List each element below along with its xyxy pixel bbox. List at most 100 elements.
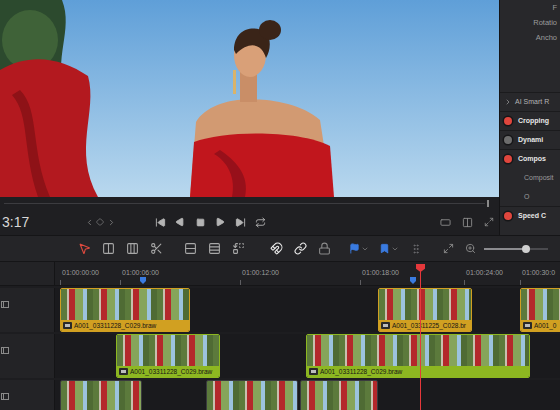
ruler-lane[interactable]: 01:00:00:0001:00:06:0001:00:12:0001:00:1… [55,262,560,285]
param-label: Ancho [536,30,557,45]
replace-button[interactable] [228,239,248,259]
ruler-tick [520,280,521,285]
inspector-section[interactable]: Compos [500,149,560,168]
viewer-column: 3:17 [0,0,500,235]
fullscreen-button[interactable] [479,212,499,232]
timeline-track: A001_03311228_C029.braw A001_03311228_C02… [0,334,560,378]
clip-thumbnails [301,381,377,410]
enable-toggle[interactable] [504,155,512,163]
section-label: O [524,192,529,202]
chevron-right-icon [504,98,512,106]
edit-tool-button[interactable] [146,239,166,259]
zoom-detail-button[interactable] [460,239,480,259]
viewer-photo [0,0,499,197]
play-reverse-button[interactable] [170,212,190,232]
switch-button[interactable] [290,239,310,259]
edit-tool-icon [102,242,115,255]
zoom-icon [465,243,476,254]
transport-area: 3:17 [0,197,499,235]
track-header[interactable] [0,380,55,410]
enable-toggle[interactable] [504,136,512,144]
ruler-timecode: 01:00:06:00 [122,268,159,277]
clip-thumbnails [61,381,141,410]
enable-toggle[interactable] [504,117,512,125]
timeline-clip[interactable]: A001_03311228_C029.braw [306,334,530,378]
next-edit-button[interactable] [106,212,116,232]
keyframe-button[interactable] [95,212,105,232]
switch-icon [270,242,283,255]
slider-knob[interactable] [522,245,530,253]
loop-icon [255,217,266,228]
zoom-slider[interactable] [484,243,548,255]
overwrite-button[interactable] [204,239,224,259]
play-button[interactable] [210,212,230,232]
insert-button[interactable] [180,239,200,259]
split-view-button[interactable] [457,212,477,232]
track-icon [1,301,9,308]
track-icon [1,347,9,354]
edit-tool-button[interactable] [74,239,94,259]
marker-icon[interactable] [410,277,416,284]
scrub-bar[interactable] [0,197,499,209]
track-lane [55,380,560,410]
timeline-clip[interactable] [60,380,142,410]
inspector-section[interactable]: Composit [500,168,560,187]
timeline-ruler[interactable]: 01:00:00:0001:00:06:0001:00:12:0001:00:1… [0,262,560,286]
inspector-section[interactable]: O [500,187,560,206]
inspector-section[interactable]: Dynami [500,130,560,149]
timeline-clip[interactable]: A001_03311228_C029.braw [116,334,220,378]
ruler-timecode: 01:00:18:00 [362,268,399,277]
top-section: 3:17FRotatioAnchoAI Smart RCroppingDynam… [0,0,560,235]
inspector-section[interactable]: Speed C [500,206,560,225]
ruler-tick [120,280,121,285]
edit-tool-button[interactable] [98,239,118,259]
ruler-tick [240,280,241,285]
clip-label-bar: A001_03311225_C028.br [379,320,471,331]
ruler-timecode: 01:00:24:00 [466,268,503,277]
timeline-clip[interactable] [300,380,378,410]
timeline-clip[interactable]: A001_03311228_C029.braw [60,288,190,332]
marker-icon [379,243,390,254]
edit-tool-button[interactable] [122,239,142,259]
prev-edit-button[interactable] [84,212,94,232]
switch-button[interactable] [314,239,334,259]
loop-button[interactable] [250,212,270,232]
insert-icon [184,242,197,255]
inspector-section[interactable]: Cropping [500,111,560,130]
slider-track [484,248,548,250]
section-label: Compos [518,154,546,164]
stop-button[interactable] [190,212,210,232]
marker-button[interactable] [376,239,402,259]
flag-button[interactable] [346,239,372,259]
timeline-clip[interactable] [206,380,298,410]
timeline-clip[interactable]: A001_03311225_C028.br [378,288,472,332]
scrub-handle[interactable] [487,200,489,207]
clip-thumbnails [521,289,560,320]
enable-toggle[interactable] [504,212,512,220]
rectangle-icon [440,217,451,228]
clip-label-bar: A001_03311228_C029.braw [307,366,529,377]
track-header[interactable] [0,334,55,378]
timeline-clip[interactable]: A001_0 [520,288,560,332]
zoom-fit-button[interactable] [438,239,458,259]
marker-icon[interactable] [140,277,146,284]
inspector-section[interactable]: AI Smart R [500,92,560,111]
track-header[interactable] [0,288,55,332]
viewer-mode-button[interactable] [435,212,455,232]
edit-modes [180,239,248,259]
playhead[interactable] [420,264,421,410]
chevron-left-icon [85,218,94,227]
param-label: Rotatio [533,15,557,30]
clip-thumbnails [117,335,219,366]
position-lock-button[interactable] [406,239,426,259]
track-lane: A001_03311228_C029.braw A001_03311225_C02… [55,288,560,332]
chevron-down-icon [391,245,399,253]
switch-icon [294,242,307,255]
replace-icon [232,242,245,255]
last-frame-button[interactable] [230,212,250,232]
clip-label-bar: A001_03311228_C029.braw [61,320,189,331]
section-label: AI Smart R [515,97,549,107]
stop-icon [196,218,205,227]
switch-button[interactable] [266,239,286,259]
first-frame-button[interactable] [150,212,170,232]
